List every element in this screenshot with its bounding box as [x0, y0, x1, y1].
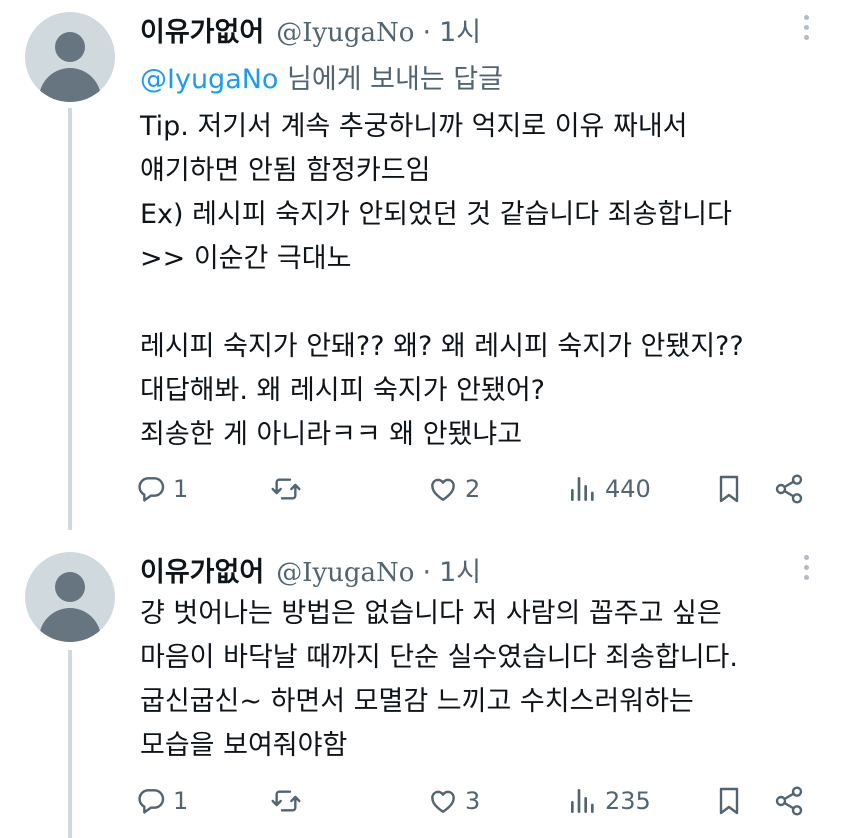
tweet-line: 얘기하면 안됨 함정카드임: [140, 155, 431, 186]
retweet-icon: [271, 478, 301, 500]
tweet-line: >> 이순간 극대노: [140, 243, 352, 274]
separator-dot: ·: [422, 17, 432, 48]
views-icon: [571, 477, 594, 501]
action-bar: 1 3 235: [135, 785, 815, 825]
heart-icon: [431, 790, 455, 813]
retweet-button[interactable]: [270, 785, 308, 817]
like-count: 3: [465, 787, 481, 815]
reply-button[interactable]: 1: [135, 785, 188, 817]
timestamp[interactable]: 1시: [439, 10, 481, 49]
author-name[interactable]: 이유가없어: [140, 550, 264, 589]
reply-icon: [138, 789, 165, 814]
thread-line: [68, 650, 72, 838]
tweet-line: 마음이 바닥날 때까지 단순 실수였습니다 죄송합니다.: [140, 642, 738, 673]
author-handle[interactable]: @IyugaNo: [276, 18, 414, 48]
avatar-head: [55, 32, 85, 62]
tweet-header: 이유가없어 @IyugaNo · 1시: [140, 550, 481, 589]
heart-icon: [431, 478, 455, 501]
tweet-line: 걍 벗어나는 방법은 없습니다 저 사람의 꼽주고 싶은: [140, 598, 722, 629]
tweet[interactable]: 이유가없어 @IyugaNo · 1시 걍 벗어나는 방법은 없습니다 저 사람…: [0, 530, 850, 838]
avatar-body: [39, 608, 101, 642]
view-count: 235: [605, 787, 651, 815]
view-count: 440: [605, 475, 651, 503]
avatar[interactable]: [25, 552, 115, 642]
tweet-line: Ex) 레시피 숙지가 안되었던 것 같습니다 죄송합니다: [140, 199, 732, 230]
views-button[interactable]: 235: [567, 785, 651, 817]
replying-to-mention[interactable]: @IyugaNo: [140, 64, 278, 95]
like-button[interactable]: 2: [427, 473, 480, 505]
views-button[interactable]: 440: [567, 473, 651, 505]
author-handle[interactable]: @IyugaNo: [276, 558, 414, 588]
tweet[interactable]: 이유가없어 @IyugaNo · 1시 @IyugaNo 님에게 보내는 답글 …: [0, 0, 850, 530]
retweet-icon: [271, 790, 301, 812]
tweet-text: Tip. 저기서 계속 추궁하니까 억지로 이유 짜내서 얘기하면 안됨 함정카…: [140, 105, 820, 457]
share-button[interactable]: [773, 785, 805, 817]
action-bar: 1 2 440: [135, 473, 815, 513]
replying-to-suffix: 님에게 보내는 답글: [278, 64, 503, 95]
avatar-body: [39, 68, 101, 102]
avatar[interactable]: [25, 12, 115, 102]
tweet-line: 굽신굽신~ 하면서 모멸감 느끼고 수치스러워하는: [140, 686, 694, 717]
separator-dot: ·: [422, 557, 432, 588]
tweet-line: 모습을 보여줘야함: [140, 730, 348, 761]
share-icon: [775, 786, 803, 816]
reply-icon: [138, 477, 165, 502]
tweet-line: 대답해봐. 왜 레시피 숙지가 안됐어?: [140, 375, 546, 406]
tweet-header: 이유가없어 @IyugaNo · 1시: [140, 10, 481, 49]
share-button[interactable]: [773, 473, 805, 505]
tweet-line: [140, 281, 820, 325]
bookmark-button[interactable]: [713, 473, 745, 505]
thread-line: [68, 108, 72, 530]
bookmark-icon: [719, 787, 739, 815]
reply-count: 1: [173, 475, 189, 503]
tweet-line: 죄송한 게 아니라ㅋㅋ 왜 안됐냐고: [140, 419, 523, 450]
views-icon: [571, 789, 594, 813]
more-icon[interactable]: [804, 15, 810, 45]
like-count: 2: [465, 475, 481, 503]
bookmark-icon: [719, 475, 739, 503]
more-icon[interactable]: [804, 555, 810, 585]
reply-count: 1: [173, 787, 189, 815]
retweet-button[interactable]: [270, 473, 308, 505]
bookmark-button[interactable]: [713, 785, 745, 817]
share-icon: [775, 474, 803, 504]
tweet-text: 걍 벗어나는 방법은 없습니다 저 사람의 꼽주고 싶은 마음이 바닥날 때까지…: [140, 592, 820, 768]
replying-to: @IyugaNo 님에게 보내는 답글: [140, 57, 503, 96]
tweet-line: 레시피 숙지가 안돼?? 왜? 왜 레시피 숙지가 안됐지??: [140, 331, 744, 362]
tweet-line: Tip. 저기서 계속 추궁하니까 억지로 이유 짜내서: [140, 111, 688, 142]
avatar-head: [55, 572, 85, 602]
like-button[interactable]: 3: [427, 785, 480, 817]
author-name[interactable]: 이유가없어: [140, 10, 264, 49]
reply-button[interactable]: 1: [135, 473, 188, 505]
timestamp[interactable]: 1시: [439, 550, 481, 589]
